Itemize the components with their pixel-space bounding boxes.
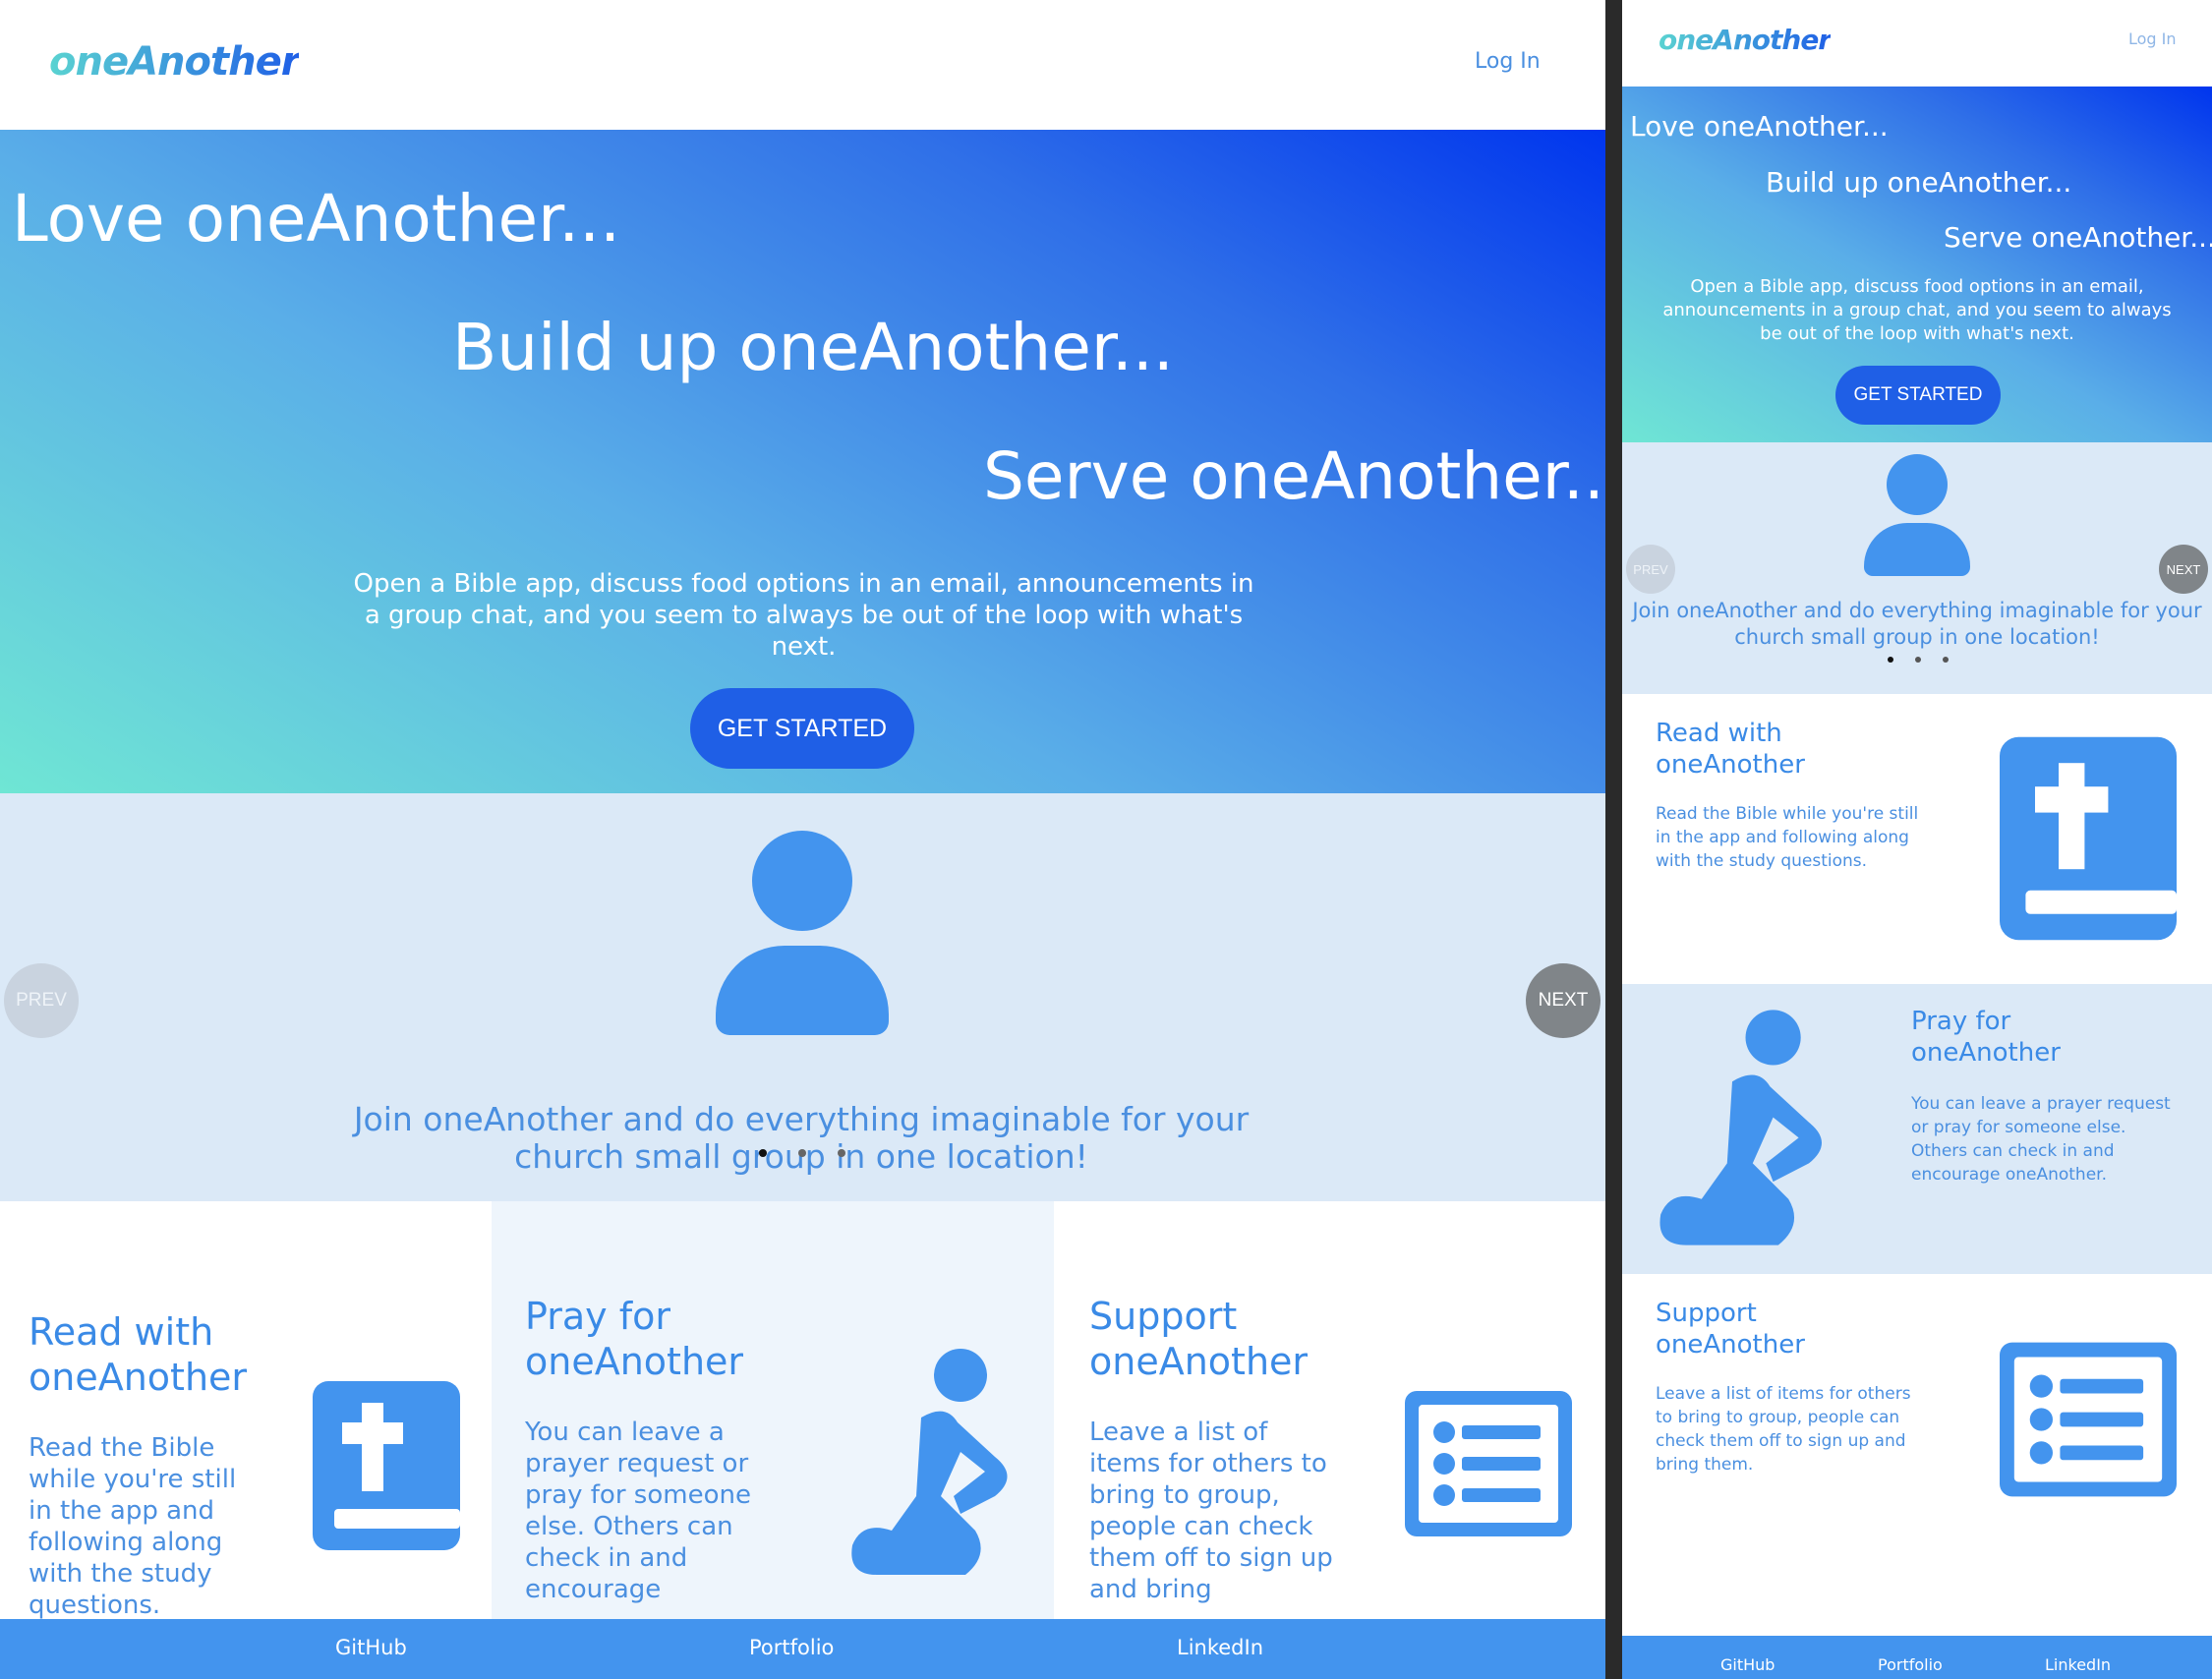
feature-read: Read with oneAnother Read the Bible whil… xyxy=(1622,694,2212,984)
footer-github-link[interactable]: GitHub xyxy=(335,1636,407,1659)
hero-line-love: Love oneAnother... xyxy=(1630,110,1889,143)
carousel-prev-button[interactable]: PREV xyxy=(1626,545,1675,594)
hero-line-serve: Serve oneAnother... xyxy=(1944,221,2212,254)
carousel-indicators xyxy=(759,1149,845,1157)
feature-pray-title: Pray for oneAnother xyxy=(525,1295,744,1383)
list-icon xyxy=(1405,1391,1572,1536)
feature-pray-title: Pray for oneAnother xyxy=(1911,1007,2061,1068)
praying-person-icon xyxy=(851,1349,1008,1575)
feature-support-text: Leave a list of items for others to brin… xyxy=(1656,1384,1911,1475)
hero-line-build: Build up oneAnother... xyxy=(452,310,1174,385)
feature-read-text: Read the Bible while you're still in the… xyxy=(1656,804,1919,871)
feature-pray-text: You can leave a prayer request or pray f… xyxy=(1911,1094,2171,1185)
carousel-dot[interactable] xyxy=(759,1149,767,1157)
praying-person-icon xyxy=(1659,1010,1822,1245)
footer-portfolio-link[interactable]: Portfolio xyxy=(1878,1655,1943,1674)
footer-portfolio-link[interactable]: Portfolio xyxy=(749,1636,834,1659)
view-divider xyxy=(1605,0,1622,1679)
carousel-dot[interactable] xyxy=(1888,657,1893,663)
desktop-view: oneAnother Log In Love oneAnother... Bui… xyxy=(0,0,1605,1679)
feature-support: Support oneAnother Leave a list of items… xyxy=(1622,1274,2212,1636)
hero-section: Love oneAnother... Build up oneAnother..… xyxy=(1622,87,2212,442)
feature-read-title: Read with oneAnother xyxy=(1656,719,1805,780)
feature-support: Support oneAnother Leave a list of items… xyxy=(1054,1201,1605,1619)
hero-section: Love oneAnother... Build up oneAnother..… xyxy=(0,130,1605,793)
feature-support-title: Support oneAnother xyxy=(1089,1295,1309,1383)
hero-line-build: Build up oneAnother... xyxy=(1766,166,2072,199)
feature-support-text: Leave a list of items for others to brin… xyxy=(1089,1418,1333,1604)
feature-pray: Pray for oneAnother You can leave a pray… xyxy=(1622,984,2212,1274)
carousel-dot[interactable] xyxy=(1943,657,1949,663)
carousel: PREV NEXT Join oneAnother and do everyth… xyxy=(0,793,1605,1201)
hero-line-love: Love oneAnother... xyxy=(12,181,621,257)
navbar: oneAnother Log In xyxy=(0,0,1605,130)
login-link[interactable]: Log In xyxy=(1475,49,1541,74)
feature-read-title: Read with oneAnother xyxy=(29,1310,248,1399)
hero-description: Open a Bible app, discuss food options i… xyxy=(1662,276,2172,344)
footer: GitHub Portfolio LinkedIn xyxy=(0,1619,1605,1679)
carousel-next-button[interactable]: NEXT xyxy=(2159,545,2208,594)
feature-pray: Pray for oneAnother You can leave a pray… xyxy=(492,1201,1054,1619)
bible-icon xyxy=(2000,736,2177,941)
mobile-view: oneAnother Log In Love oneAnother... Bui… xyxy=(1622,0,2212,1679)
logo[interactable]: oneAnother xyxy=(1659,24,1832,56)
footer-linkedin-link[interactable]: LinkedIn xyxy=(2045,1655,2111,1674)
feature-read: Read with oneAnother Read the Bible whil… xyxy=(0,1201,492,1619)
carousel-dot[interactable] xyxy=(1915,657,1921,663)
navbar: oneAnother Log In xyxy=(1622,0,2212,87)
features-section: Read with oneAnother Read the Bible whil… xyxy=(0,1201,1605,1619)
person-icon xyxy=(716,831,889,1035)
carousel: PREV NEXT Join oneAnother and do everyth… xyxy=(1622,442,2212,694)
feature-read-text: Read the Bible while you're still in the… xyxy=(29,1433,237,1619)
carousel-indicators xyxy=(1888,657,1949,663)
feature-support-title: Support oneAnother xyxy=(1656,1299,1805,1360)
person-icon xyxy=(1864,454,1970,576)
hero-line-serve: Serve oneAnother... xyxy=(983,438,1605,514)
logo[interactable]: oneAnother xyxy=(49,39,300,85)
carousel-dot[interactable] xyxy=(838,1149,845,1157)
bible-icon xyxy=(313,1381,460,1550)
footer-linkedin-link[interactable]: LinkedIn xyxy=(1177,1636,1263,1659)
carousel-prev-button[interactable]: PREV xyxy=(4,963,79,1038)
hero-description: Open a Bible app, discuss food options i… xyxy=(353,569,1254,662)
carousel-text: Join oneAnother and do everything imagin… xyxy=(353,1100,1250,1176)
footer-github-link[interactable]: GitHub xyxy=(1720,1655,1775,1674)
login-link[interactable]: Log In xyxy=(2128,29,2177,48)
get-started-button[interactable]: GET STARTED xyxy=(1835,366,2001,425)
carousel-text: Join oneAnother and do everything imagin… xyxy=(1632,599,2202,649)
list-icon xyxy=(2000,1342,2177,1497)
carousel-dot[interactable] xyxy=(798,1149,806,1157)
footer: GitHub Portfolio LinkedIn xyxy=(1622,1636,2212,1679)
get-started-button[interactable]: GET STARTED xyxy=(690,688,914,769)
carousel-next-button[interactable]: NEXT xyxy=(1526,963,1601,1038)
feature-pray-text: You can leave a prayer request or pray f… xyxy=(525,1418,751,1604)
